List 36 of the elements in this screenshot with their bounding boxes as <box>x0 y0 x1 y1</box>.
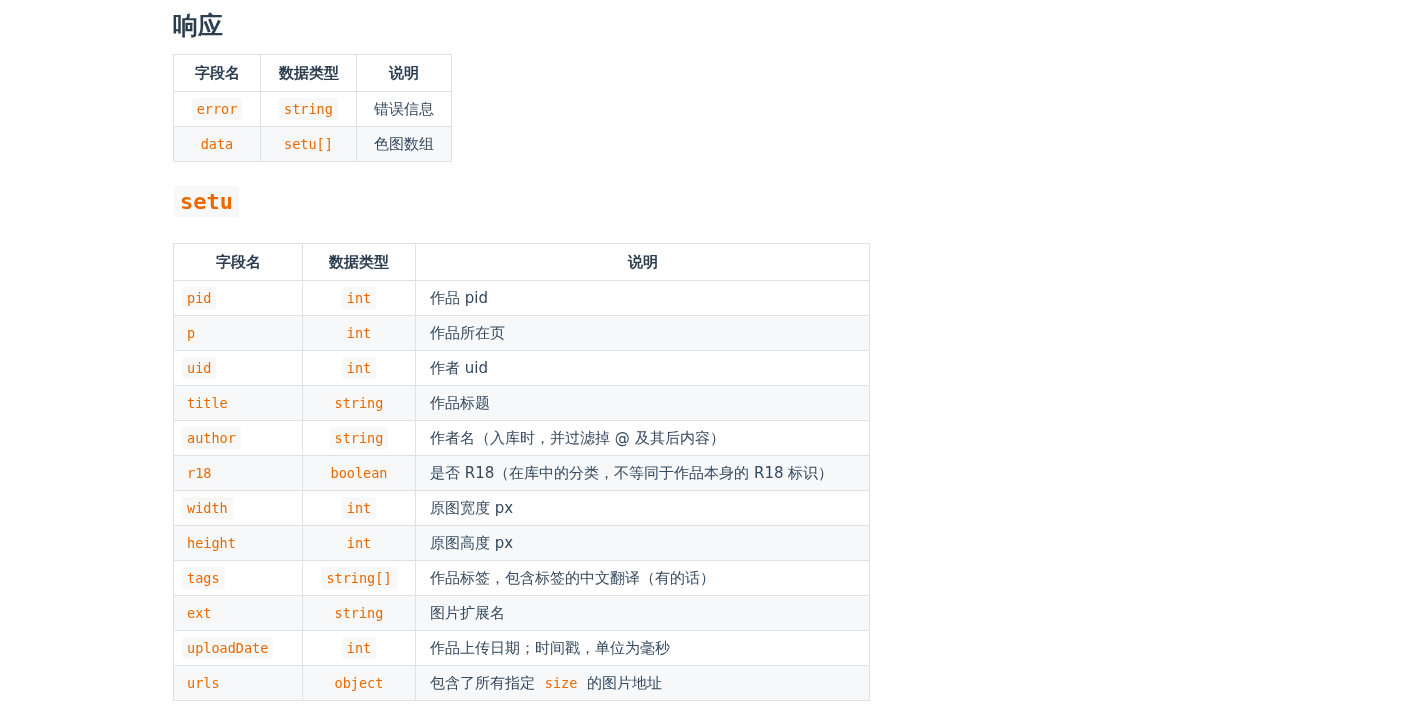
field-name: uploadDate <box>182 637 274 659</box>
description-text: 包含了所有指定 size 的图片地址 <box>430 673 663 692</box>
type-name: int <box>341 497 377 519</box>
field-name: author <box>182 427 241 449</box>
field-name: tags <box>182 567 225 589</box>
column-header: 数据类型 <box>302 243 416 281</box>
description-text: 作者名（入库时，并过滤掉 @ 及其后内容） <box>430 428 725 447</box>
description-text: 作品 pid <box>430 288 488 307</box>
description-text: 作品上传日期；时间戳，单位为毫秒 <box>430 638 670 657</box>
field-name: pid <box>182 287 217 309</box>
description-text: 作品标题 <box>430 393 490 412</box>
description-text: 色图数组 <box>374 134 434 153</box>
description-text: 错误信息 <box>374 99 434 118</box>
type-name: string[] <box>321 567 397 589</box>
type-name: int <box>341 637 377 659</box>
field-name: width <box>182 497 233 519</box>
type-name: string <box>329 427 389 449</box>
description-text: 原图宽度 px <box>430 498 514 517</box>
description-text: 作品所在页 <box>430 323 505 342</box>
column-header: 数据类型 <box>260 54 357 92</box>
description-text: 图片扩展名 <box>430 603 505 622</box>
description-text: 作者 uid <box>430 358 488 377</box>
description-text: 作品标签，包含标签的中文翻译（有的话） <box>430 568 715 587</box>
type-name: int <box>341 357 377 379</box>
column-header: 字段名 <box>173 243 303 281</box>
column-header: 字段名 <box>173 54 261 92</box>
code-heading: setu <box>174 186 239 217</box>
section-heading: 响应 <box>173 10 224 42</box>
description-text: 是否 R18（在库中的分类，不等同于作品本身的 R18 标识） <box>430 463 834 482</box>
column-header: 说明 <box>356 54 452 92</box>
field-name: error <box>191 98 243 120</box>
description-text: 原图高度 px <box>430 533 514 552</box>
column-header: 说明 <box>415 243 870 281</box>
type-name: int <box>341 287 377 309</box>
field-name: uid <box>182 357 217 379</box>
type-name: string <box>279 98 338 120</box>
